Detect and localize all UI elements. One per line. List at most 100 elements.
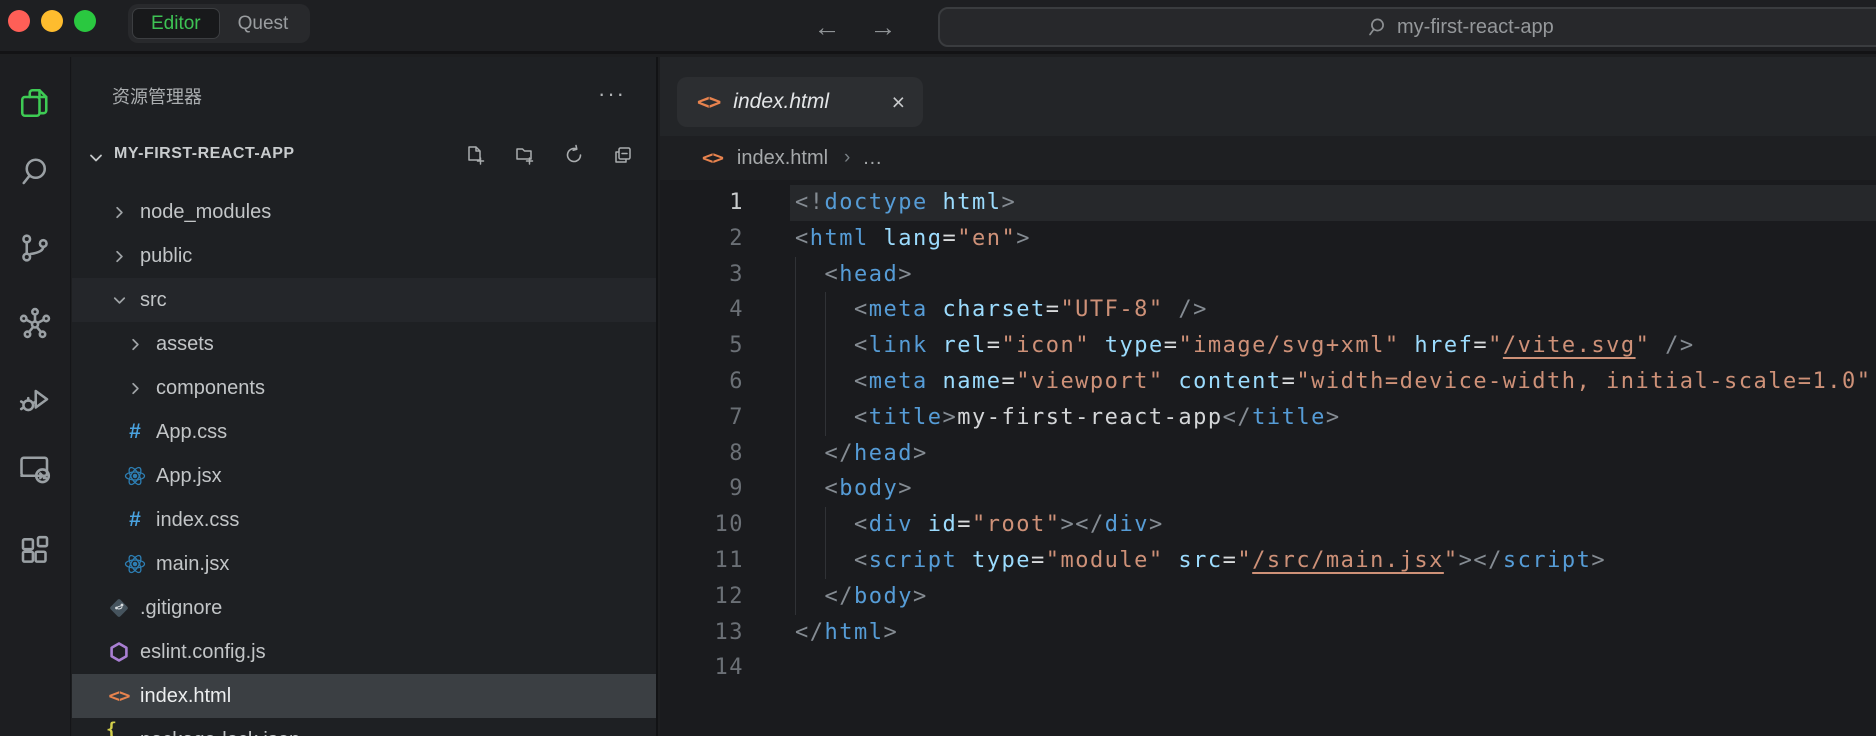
nav-forward-button[interactable]: → — [868, 12, 898, 43]
activity-item-source-control[interactable] — [15, 230, 55, 270]
code-line-4[interactable]: <meta charset="UTF-8" /> — [790, 292, 1876, 329]
line-number: 8 — [729, 440, 744, 466]
react-file-icon — [122, 552, 148, 576]
project-root-row[interactable]: MY-FIRST-REACT-APP — [72, 142, 656, 172]
code-editor[interactable]: 1 2 3 4 5 6 7 8 9 10 11 12 13 14 <!doctype html> <html… — [660, 180, 1876, 736]
explorer-icon — [17, 85, 53, 126]
code-line-9[interactable]: <body> — [790, 471, 1876, 508]
chevron-right-icon — [122, 335, 148, 354]
window-controls — [8, 10, 96, 32]
tree-item--gitignore[interactable]: .gitignore — [72, 586, 656, 630]
breadcrumb: <> index.html › … — [660, 136, 1876, 180]
explorer-title: 资源管理器 — [112, 87, 202, 107]
chevron-down-icon — [90, 154, 102, 162]
maximize-window-button[interactable] — [74, 10, 96, 32]
tree-item-label: package-lock.json — [140, 729, 300, 736]
tree-item-main-jsx[interactable]: main.jsx — [72, 542, 656, 586]
tree-item-label: main.jsx — [156, 552, 230, 575]
chevron-right-icon — [106, 203, 132, 222]
new-file-icon[interactable] — [465, 144, 487, 166]
command-center-search[interactable]: my-first-react-app — [938, 7, 1876, 47]
tree-item-app-jsx[interactable]: App.jsx — [72, 454, 656, 498]
code-line-13[interactable]: </html> — [790, 615, 1876, 651]
eslint-file-icon — [106, 641, 132, 663]
indent-guide — [824, 328, 826, 364]
activity-item-run-debug[interactable] — [15, 382, 55, 422]
tree-item-node-modules[interactable]: node_modules — [72, 190, 656, 234]
chevron-right-icon — [106, 247, 132, 266]
code-line-2[interactable]: <html lang="en"> — [790, 221, 1876, 257]
html-file-icon: <> — [108, 685, 131, 707]
refresh-icon[interactable] — [563, 144, 585, 166]
indent-guide — [795, 292, 796, 329]
code-line-5[interactable]: <link rel="icon" type="image/svg+xml" hr… — [790, 328, 1876, 364]
activity-item-extensions[interactable] — [15, 533, 55, 573]
line-number: 6 — [729, 368, 744, 394]
code-line-12[interactable]: </body> — [790, 578, 1876, 615]
close-tab-icon[interactable]: × — [892, 90, 905, 114]
nav-back-button[interactable]: ← — [812, 12, 842, 43]
tree-item-label: App.css — [156, 420, 228, 443]
code-line-14[interactable] — [790, 650, 1876, 686]
line-number: 11 — [714, 547, 744, 573]
new-folder-icon[interactable] — [514, 144, 536, 166]
tree-item-app-css[interactable]: # App.css — [72, 410, 656, 454]
code-line-8[interactable]: </head> — [790, 435, 1876, 472]
file-tree: node_modulespublic src assets components # Ap… — [72, 190, 656, 736]
tree-item-label: index.html — [140, 684, 232, 707]
tree-item-src[interactable]: src — [72, 278, 656, 322]
minimize-window-button[interactable] — [41, 10, 63, 32]
tree-item-label: node_modules — [140, 200, 272, 223]
activity-item-search[interactable] — [15, 153, 55, 193]
line-number: 9 — [729, 476, 744, 502]
code-line-11[interactable]: <script type="module" src="/src/main.jsx… — [790, 542, 1876, 579]
chevron-down-icon — [106, 291, 132, 310]
indent-guide — [824, 399, 826, 436]
indent-guide — [824, 542, 826, 579]
tree-item-index-html[interactable]: <> index.html — [72, 674, 656, 718]
code-line-1[interactable]: <!doctype html> — [790, 185, 1876, 221]
tree-item-label: src — [140, 288, 167, 311]
tree-item-index-css[interactable]: # index.css — [72, 498, 656, 542]
activity-item-remote-explorer[interactable] — [15, 451, 55, 491]
activity-bar — [0, 57, 71, 736]
remote-explorer-icon — [17, 451, 53, 492]
tab-editor[interactable]: Editor — [132, 8, 220, 39]
network-hub-icon — [17, 305, 53, 346]
code-line-10[interactable]: <div id="root"></div> — [790, 507, 1876, 543]
close-window-button[interactable] — [8, 10, 30, 32]
tab-label: index.html — [733, 90, 830, 113]
tree-item-assets[interactable]: assets — [72, 322, 656, 366]
tree-item-label: .gitignore — [140, 596, 223, 619]
react-file-icon — [122, 464, 148, 488]
search-value: my-first-react-app — [1397, 15, 1554, 38]
tree-item-eslint-config-js[interactable]: eslint.config.js — [72, 630, 656, 674]
run-debug-icon — [17, 382, 53, 423]
tree-item-label: eslint.config.js — [140, 640, 266, 663]
explorer-sidebar: 资源管理器 ··· MY-FIRST-REACT-APP node_module… — [72, 57, 658, 736]
activity-item-network-hub[interactable] — [15, 305, 55, 345]
line-number: 7 — [729, 404, 744, 430]
activity-item-explorer[interactable] — [15, 85, 55, 125]
tree-item-package-lock-json[interactable]: { } package-lock.json — [72, 718, 656, 736]
code-line-7[interactable]: <title>my-first-react-app</title> — [790, 399, 1876, 436]
breadcrumb-file[interactable]: index.html — [737, 147, 828, 170]
tree-item-components[interactable]: components — [72, 366, 656, 410]
tree-item-public[interactable]: public — [72, 234, 656, 278]
json-file-icon: { } — [106, 719, 117, 736]
line-number: 3 — [729, 261, 744, 287]
breadcrumb-symbol[interactable]: … — [862, 147, 882, 170]
indent-guide — [795, 435, 796, 472]
indent-guide — [795, 363, 796, 400]
more-actions-button[interactable]: ··· — [598, 81, 626, 107]
chevron-right-icon — [122, 379, 148, 398]
code-line-3[interactable]: <head> — [790, 256, 1876, 293]
code-line-6[interactable]: <meta name="viewport" content="width=dev… — [790, 363, 1876, 400]
tab-quest[interactable]: Quest — [220, 8, 307, 39]
editor-group: <> index.html × <> index.html › … 123456… — [660, 57, 1876, 736]
project-name: MY-FIRST-REACT-APP — [114, 145, 295, 162]
html-file-icon: <> — [702, 147, 724, 169]
tab-index-html[interactable]: <> index.html × — [677, 77, 923, 127]
search-icon — [17, 153, 53, 194]
collapse-all-icon[interactable] — [612, 144, 634, 166]
